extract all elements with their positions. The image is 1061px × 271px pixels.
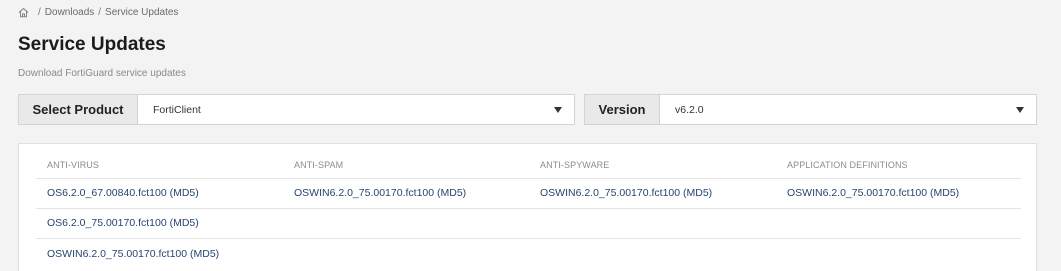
product-select-label: Select Product — [19, 95, 138, 124]
breadcrumb-separator: / — [38, 6, 41, 18]
version-dropdown[interactable]: v6.2.0 — [660, 95, 1036, 124]
product-selected-value: FortiClient — [153, 103, 201, 116]
download-link-anti-virus-1[interactable]: OS6.2.0_67.00840.fct100 (MD5) — [47, 187, 199, 199]
breadcrumb-current: Service Updates — [105, 6, 179, 18]
download-link-anti-spam-1[interactable]: OSWIN6.2.0_75.00170.fct100 (MD5) — [294, 187, 466, 199]
version-select-label: Version — [585, 95, 660, 124]
service-updates-page: / Downloads / Service Updates Service Up… — [0, 0, 1061, 271]
breadcrumb-separator: / — [98, 6, 102, 18]
page-title: Service Updates — [18, 34, 166, 55]
version-selected-value: v6.2.0 — [675, 103, 704, 116]
breadcrumb-downloads-link[interactable]: Downloads — [45, 7, 94, 18]
download-link-anti-virus-2[interactable]: OS6.2.0_75.00170.fct100 (MD5) — [47, 217, 199, 229]
row-divider — [36, 238, 1021, 239]
column-header-anti-spam: ANTI-SPAM — [294, 160, 344, 170]
column-header-application-definitions: APPLICATION DEFINITIONS — [787, 160, 908, 170]
row-divider — [36, 178, 1021, 179]
column-header-anti-virus: ANTI-VIRUS — [47, 160, 100, 170]
service-updates-table: ANTI-VIRUS ANTI-SPAM ANTI-SPYWARE APPLIC… — [18, 143, 1037, 271]
download-link-application-definitions-1[interactable]: OSWIN6.2.0_75.00170.fct100 (MD5) — [787, 187, 959, 199]
download-link-anti-spyware-1[interactable]: OSWIN6.2.0_75.00170.fct100 (MD5) — [540, 187, 712, 199]
home-icon[interactable] — [18, 7, 29, 18]
chevron-down-icon[interactable] — [554, 107, 562, 113]
chevron-down-icon[interactable] — [1016, 107, 1024, 113]
column-header-anti-spyware: ANTI-SPYWARE — [540, 160, 610, 170]
product-dropdown[interactable]: FortiClient — [138, 95, 574, 124]
version-selector: Version v6.2.0 — [584, 94, 1037, 125]
breadcrumb: / Downloads / Service Updates — [18, 5, 178, 19]
row-divider — [36, 208, 1021, 209]
page-subtitle: Download FortiGuard service updates — [18, 68, 186, 79]
product-selector: Select Product FortiClient — [18, 94, 575, 125]
download-link-anti-virus-3[interactable]: OSWIN6.2.0_75.00170.fct100 (MD5) — [47, 248, 219, 260]
